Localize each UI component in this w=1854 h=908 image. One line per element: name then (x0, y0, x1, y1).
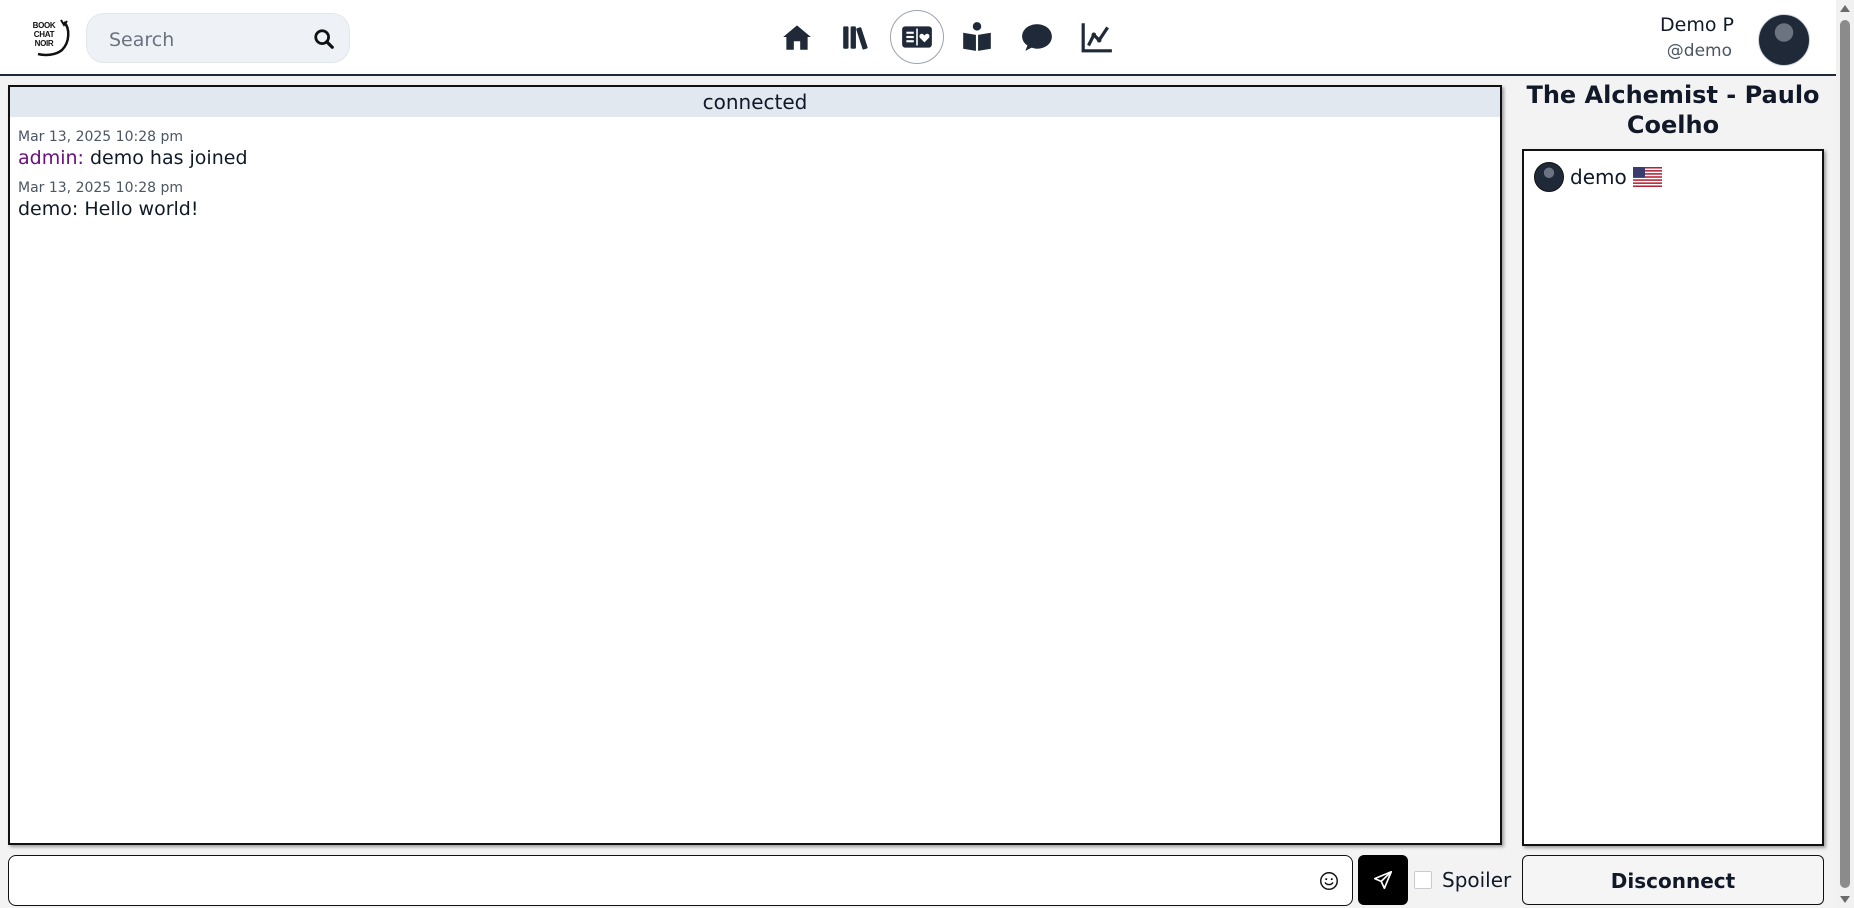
line-chart-icon (1081, 23, 1112, 53)
scroll-up-icon[interactable] (1840, 5, 1850, 12)
nav-chat[interactable] (1010, 10, 1064, 64)
nav-book-chat[interactable] (890, 10, 944, 64)
message-line: admin: demo has joined (18, 146, 1492, 170)
nav-library[interactable] (830, 10, 884, 64)
message-text: Hello world! (84, 198, 199, 220)
message-timestamp: Mar 13, 2025 10:28 pm (18, 180, 183, 196)
message-text: demo has joined (89, 147, 248, 169)
message-input[interactable] (21, 866, 1305, 898)
spoiler-label: Spoiler (1442, 868, 1512, 892)
nav-stats[interactable] (1070, 10, 1124, 64)
send-icon (1373, 870, 1393, 890)
us-flag-icon (1632, 167, 1662, 187)
connection-status: connected (10, 87, 1500, 117)
message-item: Mar 13, 2025 10:28 pm admin: demo has jo… (18, 129, 1492, 170)
app-logo[interactable]: BOOK CHAT NOIR (24, 18, 72, 58)
member-list: demo (1522, 149, 1824, 846)
search-input[interactable] (107, 26, 301, 54)
message-list: Mar 13, 2025 10:28 pm admin: demo has jo… (10, 117, 1500, 243)
chat-panel: connected Mar 13, 2025 10:28 pm admin: d… (8, 85, 1502, 845)
chat-bubble-icon (1022, 24, 1052, 51)
spoiler-toggle: Spoiler (1414, 868, 1511, 892)
search-icon[interactable] (313, 28, 335, 50)
member-item[interactable]: demo (1534, 161, 1662, 193)
avatar[interactable] (1758, 14, 1810, 66)
send-button[interactable] (1358, 855, 1408, 905)
top-nav-bar: BOOK CHAT NOIR Search Demo P @demo (0, 0, 1836, 76)
spoiler-checkbox[interactable] (1414, 871, 1432, 889)
scroll-down-icon[interactable] (1840, 896, 1850, 903)
user-handle: @demo (1666, 41, 1732, 61)
member-avatar (1534, 162, 1564, 192)
disconnect-button[interactable]: Disconnect (1522, 855, 1824, 905)
reader-icon (963, 22, 991, 51)
message-author[interactable]: demo: (18, 198, 78, 220)
member-name: demo (1570, 165, 1627, 189)
room-title: The Alchemist - Paulo Coelho (1526, 81, 1820, 139)
books-icon (843, 26, 868, 50)
page-scrollbar[interactable] (1836, 0, 1854, 908)
message-composer (8, 855, 1353, 906)
logo-text: BOOK CHAT NOIR (32, 21, 56, 48)
message-item: Mar 13, 2025 10:28 pm demo: Hello world! (18, 180, 1492, 221)
user-menu[interactable]: Demo P @demo (1660, 12, 1820, 68)
book-heart-icon (902, 26, 932, 48)
home-icon (783, 25, 811, 50)
message-author[interactable]: admin: (18, 147, 84, 169)
message-timestamp: Mar 13, 2025 10:28 pm (18, 129, 183, 145)
message-line: demo: Hello world! (18, 197, 1492, 221)
scroll-thumb[interactable] (1840, 20, 1850, 888)
emoji-icon[interactable] (1318, 870, 1340, 892)
nav-home[interactable] (770, 10, 824, 64)
search-box[interactable] (86, 13, 350, 63)
nav-reading[interactable] (950, 10, 1004, 64)
user-display-name: Demo P (1660, 14, 1734, 36)
